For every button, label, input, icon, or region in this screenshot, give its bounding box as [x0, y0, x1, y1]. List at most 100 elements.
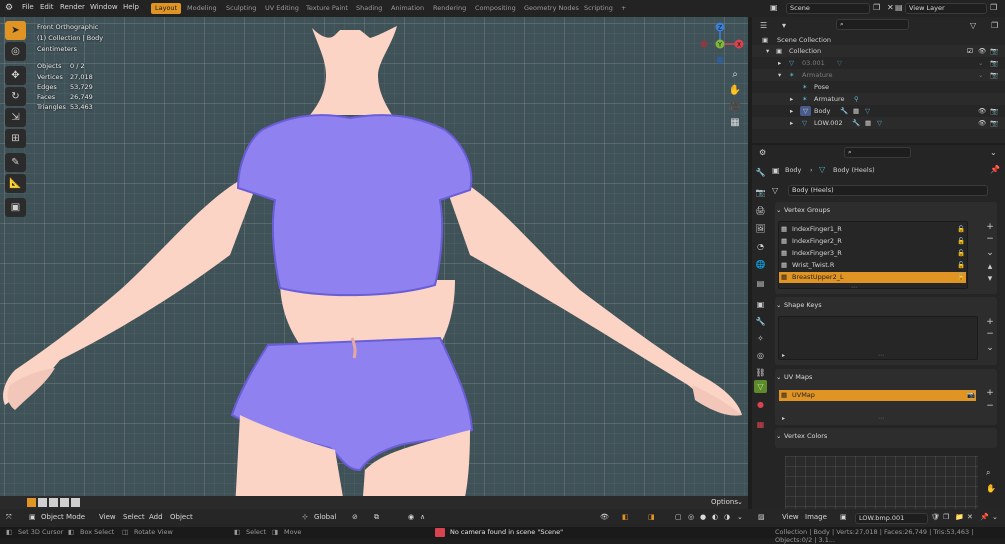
list-item-selected[interactable]: ▦ BreastUpper2_L 🔓	[779, 272, 966, 283]
texture-tab-icon[interactable]: ▦	[754, 418, 767, 431]
camera-icon[interactable]: 🎥	[728, 101, 742, 115]
proportional-edit-icon[interactable]: ◉	[408, 513, 414, 521]
lock-icon[interactable]: 🔓	[957, 248, 965, 259]
eye-icon[interactable]: 👁	[978, 117, 986, 129]
tab-sculpting[interactable]: Sculpting	[222, 3, 260, 14]
falloff-icon[interactable]: ∧	[420, 513, 425, 521]
chevron-right-icon[interactable]: ▸	[782, 352, 785, 359]
chevron-down-icon[interactable]: ⌄	[776, 206, 781, 214]
menu-edit[interactable]: Edit	[40, 3, 54, 11]
remove-uv-map-button[interactable]: −	[986, 401, 994, 411]
annotate-tool-icon[interactable]: ✎	[5, 153, 26, 172]
chevron-down-icon[interactable]: ⌄	[986, 248, 994, 258]
data-tab-icon[interactable]: ▽	[754, 380, 767, 393]
object-mode-selector[interactable]: Object Mode	[41, 513, 85, 521]
constraints-tab-icon[interactable]: ⛓	[754, 366, 767, 379]
solid-shading-icon[interactable]: ●	[700, 513, 706, 521]
outliner-row[interactable]: ▸ ▽ 03.001 ▽ ⌄ 📷	[752, 57, 1005, 69]
select-invert-icon[interactable]	[60, 498, 69, 507]
remove-shape-key-button[interactable]: −	[986, 329, 994, 339]
outliner-editor-icon[interactable]: ☰	[760, 21, 767, 30]
tab-animation[interactable]: Animation	[387, 3, 428, 14]
snap-icon[interactable]: ⧉	[374, 513, 379, 522]
scene-selector[interactable]: Scene	[786, 3, 870, 14]
chevron-right-icon[interactable]: ▸	[782, 415, 785, 422]
chevron-down-icon[interactable]: ⌄	[776, 301, 781, 309]
select-tool-icon[interactable]: ➤	[5, 21, 26, 40]
material-shading-icon[interactable]: ◐	[712, 513, 718, 521]
3d-viewport[interactable]: Front Orthographic (1) Collection | Body…	[0, 17, 748, 509]
menu-select[interactable]: Select	[123, 513, 145, 521]
move-tool-icon[interactable]: ✥	[5, 66, 26, 85]
transform-orientation-selector[interactable]: Global	[314, 513, 336, 521]
camera-render-icon[interactable]: 📷	[990, 45, 998, 57]
vertex-colors-title[interactable]: Vertex Colors	[784, 432, 827, 440]
list-item-selected[interactable]: ▦ UVMap 📷	[779, 390, 976, 401]
collection-tab-icon[interactable]: ▤	[754, 277, 767, 290]
gizmo-toggle-icon[interactable]: ◧	[622, 513, 629, 521]
tool-tab-icon[interactable]: 🔧	[754, 166, 767, 179]
particles-tab-icon[interactable]: ✧	[754, 332, 767, 345]
chevron-down-icon[interactable]: ⌄	[992, 513, 998, 521]
filter-icon[interactable]: ▽	[970, 21, 976, 30]
grid-icon[interactable]: ▦	[728, 117, 742, 131]
zoom-icon[interactable]: ⌕	[728, 69, 742, 83]
list-item[interactable]: ▦ Wrist_Twist.R 🔓	[779, 260, 966, 271]
resize-handle[interactable]: ⋯	[851, 284, 857, 291]
list-item[interactable]: ▦ IndexFinger1_R 🔓	[779, 224, 966, 235]
vertex-groups-title[interactable]: Vertex Groups	[784, 206, 830, 214]
chevron-down-icon[interactable]: ⌄	[737, 498, 743, 506]
tab-layout[interactable]: Layout	[151, 3, 182, 14]
pin-icon[interactable]: 📌	[980, 513, 989, 521]
outliner-search-input[interactable]: ⌕	[836, 19, 909, 30]
lock-icon[interactable]: 🔓	[957, 236, 965, 247]
tab-rendering[interactable]: Rendering	[429, 3, 470, 14]
outliner-row[interactable]: ▸ ▽ Body 🔧 ▦ ▽ 👁 📷	[752, 105, 1005, 117]
physics-tab-icon[interactable]: ◎	[754, 349, 767, 362]
navigation-gizmo[interactable]: Z Y X	[700, 22, 746, 68]
close-icon[interactable]: ✕	[967, 513, 973, 521]
camera-render-icon[interactable]: 📷	[990, 117, 998, 129]
outliner-row[interactable]: ✶ Pose	[752, 81, 1005, 93]
mesh-data-name-field[interactable]: Body (Heels)	[788, 185, 988, 196]
tab-texture-paint[interactable]: Texture Paint	[302, 3, 352, 14]
pivot-icon[interactable]: ⊘	[352, 513, 358, 521]
copy-icon[interactable]: ❐	[990, 3, 997, 12]
uv-maps-title[interactable]: UV Maps	[784, 373, 812, 381]
chevron-right-icon[interactable]: ▸	[778, 57, 781, 69]
scale-tool-icon[interactable]: ⇲	[5, 108, 26, 127]
chevron-right-icon[interactable]: ▸	[790, 105, 793, 117]
menu-add[interactable]: Add	[149, 513, 163, 521]
open-folder-icon[interactable]: 📁	[955, 513, 964, 521]
menu-image[interactable]: Image	[805, 513, 827, 521]
camera-render-icon[interactable]: 📷	[990, 69, 998, 81]
lock-icon[interactable]: 🔓	[957, 260, 965, 271]
rotate-tool-icon[interactable]: ↻	[5, 87, 26, 106]
resize-handle[interactable]: ⋯	[878, 352, 884, 359]
add-cube-tool-icon[interactable]: ▣	[5, 198, 26, 217]
chevron-down-icon[interactable]: ▾	[778, 69, 781, 81]
eye-icon[interactable]: 👁	[978, 105, 986, 117]
modifier-tab-icon[interactable]: 🔧	[754, 315, 767, 328]
material-tab-icon[interactable]: ●	[754, 398, 767, 411]
copy-icon[interactable]: ❐	[873, 3, 880, 12]
tab-geometry-nodes[interactable]: Geometry Nodes	[520, 3, 583, 14]
outliner-row[interactable]: ▾ ▣ Collection ☑ 👁 📷	[752, 45, 1005, 57]
tab-compositing[interactable]: Compositing	[471, 3, 520, 14]
tab-shading[interactable]: Shading	[352, 3, 386, 14]
outliner-row[interactable]: ▸ ▽ LOW.002 🔧 ▦ ▽ 👁 📷	[752, 117, 1005, 129]
chevron-down-icon[interactable]: ⌄	[776, 373, 781, 381]
menu-window[interactable]: Window	[90, 3, 118, 11]
hand-pan-icon[interactable]: ✋	[986, 484, 996, 493]
output-tab-icon[interactable]: 🖨	[754, 204, 767, 217]
view-layer-selector[interactable]: View Layer	[905, 3, 987, 14]
image-editor-type-icon[interactable]: ▨	[758, 513, 765, 521]
new-collection-icon[interactable]: ❐	[991, 21, 998, 30]
chevron-down-icon[interactable]: ⌄	[990, 148, 997, 157]
menu-view[interactable]: View	[99, 513, 116, 521]
options-button[interactable]: Options	[711, 498, 738, 506]
transform-tool-icon[interactable]: ⊞	[5, 129, 26, 148]
menu-help[interactable]: Help	[123, 3, 139, 11]
lock-icon[interactable]: 🔓	[957, 224, 965, 235]
select-intersect-icon[interactable]	[71, 498, 80, 507]
